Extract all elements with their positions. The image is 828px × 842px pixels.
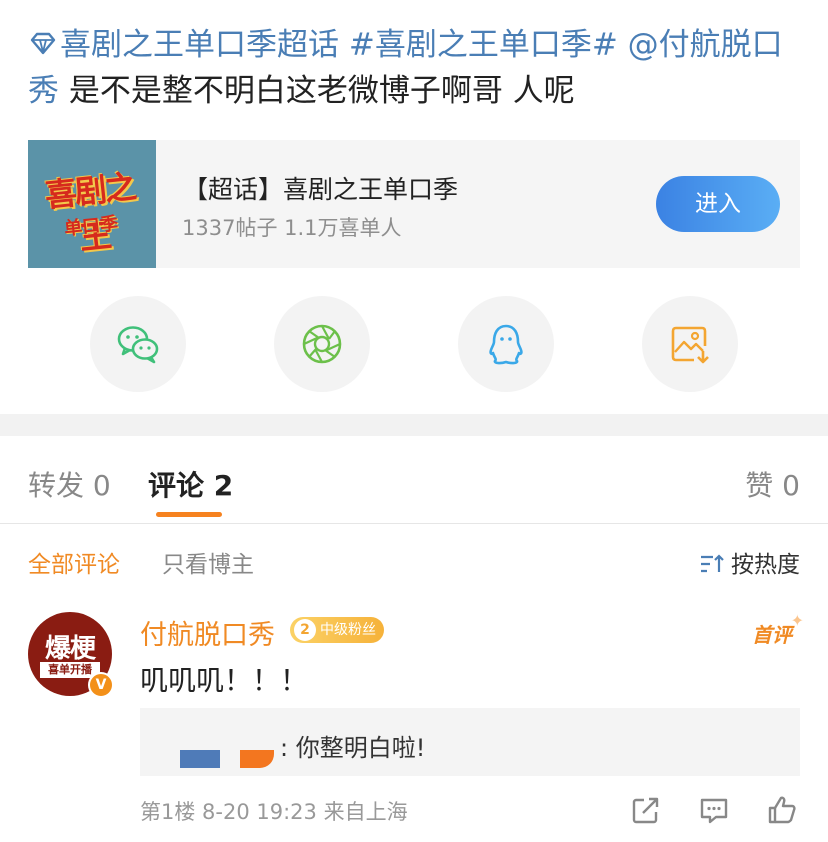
post-text: 喜剧之王单口季超话 #喜剧之王单口季# @付航脱口秀 是不是整不明白这老微博子啊…: [28, 22, 808, 114]
sort-label: 按热度: [731, 552, 800, 578]
filter-blogger-only[interactable]: 只看博主: [162, 545, 254, 579]
share-wechat-button[interactable]: [90, 296, 186, 392]
comment-author[interactable]: 付航脱口秀: [140, 613, 275, 652]
first-comment-label: 首评: [752, 623, 792, 647]
fan-badge[interactable]: 2 中级粉丝: [290, 617, 384, 643]
topic-label: 喜剧之王单口季超话: [60, 27, 339, 63]
post-body: 是不是整不明白这老微博子啊哥 人呢: [59, 73, 575, 109]
reply-comment-icon[interactable]: [698, 794, 730, 826]
share-qq-button[interactable]: [458, 296, 554, 392]
diamond-icon: [30, 32, 56, 55]
tab-likes-count: 0: [782, 469, 800, 502]
enter-button[interactable]: 进入: [656, 176, 780, 232]
share-moments-button[interactable]: [274, 296, 370, 392]
filter-all-comments[interactable]: 全部评论: [28, 545, 120, 579]
tab-comments[interactable]: 评论 2: [148, 464, 233, 504]
comment-meta: 第1楼 8-20 19:23 来自上海: [140, 800, 408, 824]
reply-user-badge: [240, 750, 274, 768]
reply-text: : 你整明白啦!: [280, 734, 426, 762]
moments-icon: [302, 324, 342, 364]
topic-link[interactable]: 喜剧之王单口季超话: [28, 27, 349, 63]
save-image-icon: [671, 326, 709, 364]
chaohua-card[interactable]: 喜剧之王 单口季 【超话】喜剧之王单口季 1337帖子 1.1万喜单人 进入: [28, 140, 800, 268]
first-comment-badge: 首评 ✦: [752, 611, 804, 648]
comment-text: 叽叽叽！！！: [140, 664, 309, 697]
sort-by-hot[interactable]: 按热度: [699, 545, 800, 579]
sparkle-icon: ✦: [790, 611, 804, 630]
tab-repost[interactable]: 转发 0: [28, 464, 111, 504]
hashtag-link[interactable]: #喜剧之王单口季#: [349, 27, 618, 63]
save-image-button[interactable]: [642, 296, 738, 392]
tab-comments-count: 2: [213, 469, 234, 502]
fan-badge-label: 中级粉丝: [320, 622, 376, 638]
wechat-icon: [117, 326, 159, 364]
reply-box[interactable]: : 你整明白啦!: [140, 708, 800, 776]
active-tab-indicator: [156, 512, 222, 517]
chaohua-thumbnail: 喜剧之王 单口季: [28, 140, 156, 268]
chaohua-name: 【超话】喜剧之王单口季: [183, 175, 459, 204]
tab-repost-count: 0: [92, 469, 111, 502]
fan-level-icon: 2: [294, 619, 316, 641]
tab-comments-label: 评论: [148, 469, 205, 502]
tabs-divider: [0, 523, 828, 524]
tab-likes-label: 赞: [745, 469, 774, 502]
section-divider: [0, 414, 828, 436]
reply-user-redacted: [180, 750, 220, 768]
avatar-text: 爆梗: [44, 634, 96, 664]
verified-badge: V: [88, 672, 114, 698]
tab-likes[interactable]: 赞 0: [745, 464, 800, 504]
share-comment-icon[interactable]: [630, 794, 662, 826]
qq-icon: [489, 324, 523, 365]
tab-repost-label: 转发: [28, 469, 85, 502]
sort-icon: [701, 554, 724, 573]
chaohua-stats: 1337帖子 1.1万喜单人: [182, 216, 402, 240]
like-comment-icon[interactable]: [766, 794, 798, 826]
